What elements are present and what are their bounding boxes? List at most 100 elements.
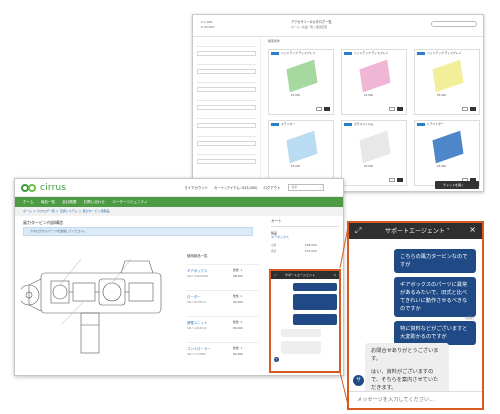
chat-message-input[interactable] xyxy=(357,397,477,403)
product-price: ¥3,000 xyxy=(364,165,374,168)
chat-bubble-user: 特に資料などがございますと大変助かるのですが xyxy=(394,321,476,345)
product-image[interactable] xyxy=(432,130,464,164)
expand-icon[interactable]: ⤢ xyxy=(274,271,276,279)
embedded-chat-widget[interactable]: ⤢ サポートエージェント × サ xyxy=(269,269,341,373)
account-summary: ¥ 1,000 ¥ 24,000 xyxy=(201,20,214,30)
filter-field[interactable] xyxy=(197,123,256,128)
part-sku: SKU: RT-0014 xyxy=(187,300,206,304)
search-placeholder: 検索 xyxy=(291,185,298,189)
expand-icon[interactable]: ⤢ xyxy=(355,226,361,236)
cirrus-logo[interactable]: cirrus xyxy=(21,183,66,193)
filter-field[interactable] xyxy=(197,69,256,74)
product-card[interactable]: ヘッドアップ ディスプレイ ¥3,000 xyxy=(268,49,334,115)
filter-row[interactable] xyxy=(197,151,256,155)
filter-field[interactable] xyxy=(197,105,256,110)
search-icon[interactable]: ⌕ xyxy=(319,186,321,191)
product-price: ¥3,000 xyxy=(364,94,374,97)
cart-link[interactable]: カート (アイテム: ¥33,000) xyxy=(214,185,257,190)
filter-field[interactable] xyxy=(197,159,256,164)
close-icon[interactable]: × xyxy=(469,225,476,234)
nav-item-contact[interactable]: お問い合わせ xyxy=(83,200,105,205)
chat-title[interactable]: サポートエージェント ˅ xyxy=(385,226,450,235)
filter-row[interactable] xyxy=(197,79,256,83)
header-links: マイアカウント カート (アイテム: ¥33,000) ログアウト xyxy=(184,185,280,190)
favorite-button[interactable] xyxy=(389,107,395,111)
turbine-diagram[interactable] xyxy=(21,255,171,355)
site-search-input[interactable]: 検索 ⌕ xyxy=(288,184,325,191)
product-card[interactable]: ヘッドアップ ディスプレイ ¥3,000 xyxy=(341,49,407,115)
product-image[interactable] xyxy=(286,59,318,93)
favorite-button[interactable] xyxy=(462,107,468,111)
part-qty: 数量: 1 xyxy=(233,268,243,272)
nav-item-home[interactable]: ホーム xyxy=(23,200,34,205)
list-item[interactable]: 発電ユニット SKU: GN-0012 数量: 2 ¥4,000 xyxy=(187,316,259,342)
part-name[interactable]: 発電ユニット xyxy=(187,320,207,325)
part-sku: SKU: GN-0012 xyxy=(187,326,207,330)
nav-item-company[interactable]: 会社概要 xyxy=(62,200,76,205)
product-price: ¥3,000 xyxy=(291,165,301,168)
parts-list: 使用部品一覧 ギアボックス SKU: GR-00020 数量: 1 ¥8,000… xyxy=(187,253,259,368)
product-card-title: ステッカー xyxy=(281,122,295,126)
filter-row[interactable] xyxy=(197,61,256,65)
breadcrumb[interactable]: ホーム ＞ カタログ一覧 ＞ 空調システム ＞ 風力タービン用部品 xyxy=(15,207,343,216)
product-card[interactable]: ドアバイザー ¥3,000 xyxy=(414,120,480,186)
favorite-button[interactable] xyxy=(316,107,322,111)
list-item[interactable]: ローター SKU: RT-0014 数量: 1 ¥4,000 xyxy=(187,290,259,316)
product-image[interactable] xyxy=(432,59,464,93)
filter-field[interactable] xyxy=(197,87,256,92)
open-chat-button[interactable]: チャットを開く xyxy=(435,181,479,189)
part-name[interactable]: ギアボックス xyxy=(187,268,207,273)
list-item[interactable]: ギアボックス SKU: GR-00020 数量: 1 ¥8,000 xyxy=(187,264,259,290)
product-card-title: ガラスフィルム xyxy=(354,122,374,126)
chat-bubble-user: ギアボックスのパーツに異常があるみたいで、旧式と比べてきれいに動作させるべきなの… xyxy=(394,277,476,317)
chat-bubble-agent xyxy=(281,329,321,337)
add-to-cart-button[interactable] xyxy=(324,107,330,111)
total-label: 合計 xyxy=(271,249,277,253)
filter-field[interactable] xyxy=(197,51,256,56)
close-icon[interactable]: × xyxy=(333,271,336,279)
product-card[interactable]: ステッカー ¥3,000 xyxy=(268,120,334,186)
product-card[interactable]: ヘッドアップ ディスプレイ ¥3,000 xyxy=(414,49,480,115)
product-image[interactable] xyxy=(359,59,391,93)
add-to-cart-button[interactable] xyxy=(397,178,403,182)
filter-row[interactable] xyxy=(197,97,256,101)
product-card[interactable]: ガラスフィルム ¥3,000 xyxy=(341,120,407,186)
product-card-grid: ヘッドアップ ディスプレイ ¥3,000 ヘッドアップ ディスプレイ ¥3,000 ヘッ… xyxy=(268,49,480,186)
chat-message-input-area[interactable] xyxy=(349,391,482,408)
part-name[interactable]: ローター xyxy=(187,294,201,299)
chat-message-list[interactable]: こちらの風力タービンなのですが ギアボックスのパーツに異常があるみたいで、旧式と… xyxy=(349,239,482,400)
product-image[interactable] xyxy=(359,130,391,164)
agent-avatar: サ xyxy=(353,375,364,386)
list-item[interactable]: コントローラー SKU: CT-0009 数量: 1 ¥4,000 xyxy=(187,342,259,368)
nav-item-community[interactable]: ユーザーコミュニティ xyxy=(112,200,148,205)
new-badge xyxy=(417,123,425,126)
add-to-cart-button[interactable] xyxy=(397,107,403,111)
info-alert: カタログからパーツを追加してください。 xyxy=(23,227,253,236)
product-card-title: ヘッドアップ ディスプレイ xyxy=(427,51,462,55)
catalog-filter-sidebar xyxy=(193,37,261,191)
add-to-cart-button[interactable] xyxy=(470,107,476,111)
product-card-title: ヘッドアップ ディスプレイ xyxy=(281,51,316,55)
part-price: ¥4,000 xyxy=(233,326,243,330)
site-header: cirrus マイアカウント カート (アイテム: ¥33,000) ログアウト… xyxy=(15,179,343,197)
part-name[interactable]: コントローラー xyxy=(187,346,211,351)
support-chat-panel[interactable]: ⤢ サポートエージェント ˅ × こちらの風力タービンなのですが ギアボックスの… xyxy=(347,221,484,410)
filter-row[interactable] xyxy=(197,115,256,119)
catalog-search-input[interactable] xyxy=(431,21,477,27)
filter-row[interactable] xyxy=(197,133,256,137)
chat-bubble-user: こちらの風力タービンなのですが xyxy=(394,249,476,273)
product-image[interactable] xyxy=(286,130,318,164)
part-price: ¥8,000 xyxy=(233,274,243,278)
account-line: ¥ 24,000 xyxy=(201,25,215,29)
cart-value[interactable]: ギアボックス xyxy=(271,235,339,239)
subtotal-label: 小計 xyxy=(271,243,277,247)
favorite-button[interactable] xyxy=(389,178,395,182)
logout-link[interactable]: ログアウト xyxy=(263,185,280,190)
new-badge xyxy=(417,52,425,55)
filter-field[interactable] xyxy=(197,141,256,146)
my-account-link[interactable]: マイアカウント xyxy=(184,185,208,190)
nav-item-products[interactable]: 商品一覧 xyxy=(41,200,55,205)
embedded-chat-title: サポートエージェント xyxy=(285,273,315,277)
catalog-header: ¥ 1,000 ¥ 24,000 アクセサリー&カタログ一覧 ホーム / 商品一… xyxy=(193,15,483,37)
filter-row[interactable] xyxy=(197,43,256,47)
